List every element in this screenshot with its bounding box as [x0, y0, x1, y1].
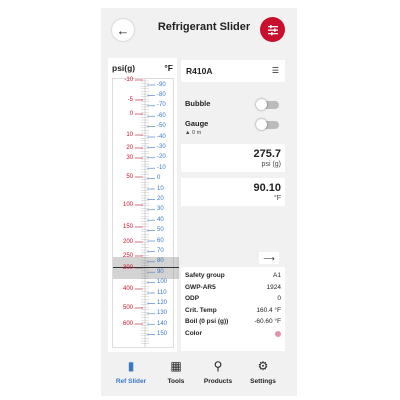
property-key: GWP-AR5 — [185, 283, 216, 291]
arrow-right-icon: ⟶ — [263, 253, 275, 263]
pressure-tick-label: 50 — [126, 173, 133, 180]
gauge-toggle[interactable] — [256, 119, 279, 130]
temperature-card[interactable]: 90.10 °F — [181, 178, 285, 206]
temperature-tick-label: 140 — [157, 320, 168, 327]
app-screen: ← Refrigerant Slider psi(g) °F -90 -80 -70… — [101, 8, 297, 396]
altitude-row: ▲ 0 m — [185, 130, 201, 136]
gear-icon: ⚙ — [257, 359, 269, 373]
gauge-label: Gauge — [185, 119, 209, 128]
nav-products[interactable]: ⚲ Products — [198, 358, 238, 385]
temperature-tick-label: -80 — [157, 91, 166, 98]
nav-label: Settings — [250, 378, 276, 385]
property-value: 160.4 °F — [256, 306, 281, 314]
toggle-knob — [256, 99, 267, 110]
temperature-tick-label: 10 — [157, 185, 164, 192]
nav-label: Products — [203, 378, 233, 385]
temperature-tick-label: -70 — [157, 102, 166, 109]
temperature-tick-label: 130 — [157, 310, 168, 317]
property-value: A1 — [273, 272, 281, 279]
altitude-value: 0 m — [191, 130, 202, 136]
pressure-tick-label: 30 — [126, 154, 133, 161]
color-swatch — [275, 330, 281, 337]
property-key: Boil (0 psi (g)) — [185, 318, 229, 325]
temperature-value: 90.10 — [253, 182, 281, 194]
grid-icon: ▦ — [170, 359, 182, 373]
property-value: -60.60 °F — [254, 318, 281, 325]
bubble-label: Bubble — [185, 99, 211, 108]
temperature-tick-label: 50 — [157, 227, 164, 234]
temperature-tick-label: 90 — [157, 268, 164, 275]
refrigerant-name: R410A — [186, 66, 213, 76]
property-key: Crit. Temp — [185, 306, 217, 314]
property-value: 0 — [277, 295, 281, 302]
temperature-tick-label: 80 — [157, 258, 164, 265]
temperature-tick-label: 100 — [157, 279, 168, 286]
pressure-tick-label: 10 — [126, 131, 133, 138]
properties-panel: Safety group A1 GWP-AR5 1924 ODP 0 Crit. Temp 1… — [181, 267, 285, 351]
nav-label: Tools — [167, 378, 185, 385]
property-key: ODP — [185, 295, 200, 302]
property-key: Color — [185, 329, 202, 337]
pressure-tick-label: 0 — [129, 110, 133, 117]
pressure-unit-label: psi(g) — [112, 63, 136, 73]
temperature-tick-label: -20 — [157, 154, 166, 161]
temperature-unit: °F — [273, 195, 281, 202]
refrigerant-selector[interactable]: R410A ☰ — [181, 60, 285, 82]
temperature-tick-label: -60 — [157, 112, 166, 119]
temperature-tick-label: 120 — [157, 299, 168, 306]
app-header: ← Refrigerant Slider — [101, 8, 297, 50]
nav-settings[interactable]: ⚙ Settings — [243, 358, 283, 385]
temperature-tick-label: 70 — [157, 247, 164, 254]
pressure-tick-label: -10 — [124, 76, 133, 83]
nav-label: Ref Slider — [115, 378, 147, 385]
pressure-tick-label: 250 — [122, 252, 133, 259]
temperature-tick-label: 110 — [157, 289, 167, 296]
ref-slider-icon: ▮ — [127, 359, 135, 373]
temperature-unit-label: °F — [164, 63, 173, 73]
property-key: Safety group — [185, 272, 225, 279]
pressure-tick-label: 500 — [122, 304, 133, 311]
search-icon: ⚲ — [213, 359, 223, 373]
pressure-tick-label: 150 — [122, 223, 133, 230]
bottom-nav: ▮ Ref Slider ▦ Tools ⚲ Products ⚙ Settin… — [101, 354, 297, 396]
temperature-tick-label: -10 — [157, 164, 166, 171]
pressure-card[interactable]: 275.7 psi (g) — [181, 144, 285, 172]
temperature-tick-label: -40 — [157, 133, 166, 140]
tune-icon — [267, 24, 278, 35]
nav-ref-slider[interactable]: ▮ Ref Slider — [111, 358, 151, 385]
arrow-back-icon: ← — [116, 22, 130, 38]
pressure-tick-label: -5 — [127, 96, 133, 103]
expand-button[interactable]: ⟶ — [259, 252, 279, 264]
mountain-icon: ▲ — [185, 130, 191, 136]
toggle-knob — [256, 119, 267, 130]
pressure-unit: psi (g) — [261, 161, 281, 168]
list-icon[interactable]: ☰ — [272, 66, 279, 75]
page-title: Refrigerant Slider — [157, 21, 251, 33]
temperature-tick-label: -50 — [157, 123, 166, 130]
temperature-tick-label: -90 — [157, 81, 166, 88]
property-value: 1924 — [266, 283, 281, 291]
temperature-tick-label: 30 — [157, 206, 164, 213]
pressure-tick-label: 100 — [122, 201, 133, 208]
temperature-tick-label: 150 — [157, 331, 168, 338]
pressure-tick-label: 20 — [126, 144, 133, 151]
temperature-tick-label: 60 — [157, 237, 164, 244]
pressure-tick-label: 400 — [122, 285, 133, 292]
temperature-tick-label: 0 — [157, 175, 161, 182]
nav-tools[interactable]: ▦ Tools — [156, 358, 196, 385]
filter-button[interactable] — [260, 17, 285, 42]
back-button[interactable]: ← — [112, 19, 134, 41]
temperature-tick-label: -30 — [157, 143, 166, 150]
pressure-tick-label: 300 — [122, 264, 133, 271]
temperature-tick-label: 40 — [157, 216, 164, 223]
temperature-tick-label: 20 — [157, 195, 164, 202]
pressure-tick-label: 600 — [122, 320, 133, 327]
scale-ruler[interactable]: -90 -80 -70 -60 -50 -40 -30 -20 -10 0 10 20 30 40 50 60… — [112, 76, 179, 348]
pressure-value: 275.7 — [253, 148, 281, 160]
scale-panel: psi(g) °F -90 -80 -70 -60 -50 -40 -30 -20 -10 0 10… — [108, 58, 179, 352]
pressure-tick-label: 200 — [122, 238, 133, 245]
bubble-toggle[interactable] — [256, 99, 279, 110]
